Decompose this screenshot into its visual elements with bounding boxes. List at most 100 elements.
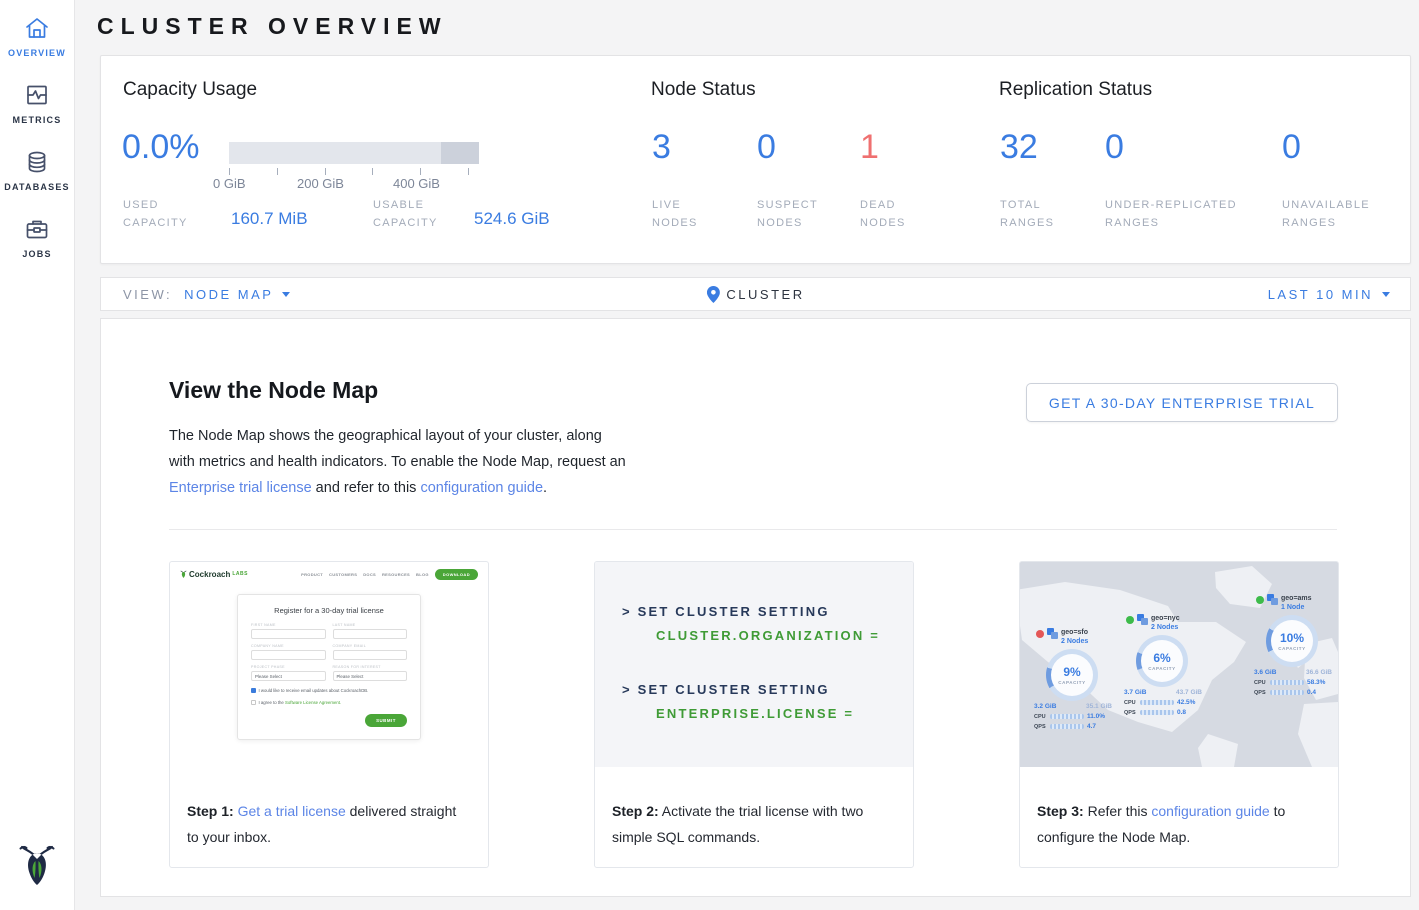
sidebar-item-databases[interactable]: DATABASES [0,134,74,201]
capacity-used-percent: 0.0% [122,128,200,167]
jobs-icon [0,216,74,242]
usable-capacity-label: USABLE CAPACITY [373,196,465,232]
time-range-value: LAST 10 MIN [1268,287,1373,302]
replication-status-title: Replication Status [999,79,1152,101]
cockroach-labs-logo: Cockroach LABS [180,569,248,579]
map-cluster-ams: geo=ams 1 Node 10% CAPACITY [1252,594,1338,696]
sql-argument: CLUSTER.ORGANIZATION = [656,628,880,643]
last-name-input [333,629,408,639]
total-capacity: 43.7 GiB [1176,689,1202,696]
configuration-guide-link[interactable]: configuration guide [420,480,543,496]
used-capacity: 3.7 GiB [1124,689,1146,696]
enterprise-trial-button[interactable]: GET A 30-DAY ENTERPRISE TRIAL [1026,383,1338,422]
locality-name: geo=ams [1281,594,1312,603]
email-updates-checkbox-row: I would like to receive email updates ab… [251,688,407,693]
qps-bar [1050,724,1084,729]
logo-text: Cockroach [189,570,230,579]
software-license-link: Software License Agreement. [285,700,341,705]
gauge-tick [468,168,469,175]
sidebar: OVERVIEW METRICS DATABASES JOBS [0,0,75,910]
description-text: . [543,480,547,496]
step-2-sql-snippet: > SET CLUSTER SETTING CLUSTER.ORGANIZATI… [595,562,913,792]
sidebar-item-label: JOBS [0,249,74,259]
time-range-dropdown[interactable]: LAST 10 MIN [1268,287,1410,302]
sidebar-item-label: METRICS [0,115,74,125]
total-capacity: 35.1 GiB [1086,703,1112,710]
qps-value: 4.7 [1087,723,1096,730]
cpu-label: CPU [1034,714,1047,720]
dead-nodes-count: 1 [860,128,879,167]
sidebar-item-overview[interactable]: OVERVIEW [0,0,74,67]
gauge-tick [420,168,421,175]
page-title: CLUSTER OVERVIEW [97,13,448,40]
cpu-bar [1270,680,1304,685]
nodes-cube-icon [1047,628,1058,640]
field-label: REASON FOR INTEREST [333,665,408,669]
locality-name: geo=sfo [1061,628,1088,637]
field-label: FIRST NAME [251,623,326,627]
view-toolbar: VIEW: NODE MAP CLUSTER LAST 10 MIN [100,277,1411,311]
node-count: 1 Node [1281,603,1312,612]
map-cluster-nyc: geo=nyc 2 Nodes 6% CAPACITY [1122,614,1218,716]
sql-command: > SET CLUSTER SETTING [622,604,880,619]
capacity-donut: 9% CAPACITY [1046,649,1098,701]
sidebar-item-label: OVERVIEW [0,48,74,58]
step-1-screenshot: Cockroach LABS PRODUCT CUSTOMERS DOCS RE… [170,562,488,792]
sql-code-block: > SET CLUSTER SETTING CLUSTER.ORGANIZATI… [595,562,913,767]
capacity-donut: 10% CAPACITY [1266,615,1318,667]
checkbox-checked-icon [251,688,256,693]
cockroachdb-logo-icon [0,839,74,894]
chevron-down-icon [282,292,290,297]
used-capacity: 3.2 GiB [1034,703,1056,710]
sql-statement-2: > SET CLUSTER SETTING ENTERPRISE.LICENSE… [622,682,854,721]
cpu-bar [1140,700,1174,705]
locality-breadcrumb: CLUSTER [706,286,804,303]
qps-bar [1140,710,1174,715]
sidebar-item-metrics[interactable]: METRICS [0,67,74,134]
download-button: DOWNLOAD [435,569,478,580]
capacity-gauge-reserved-segment [441,142,479,164]
reason-select: Please Select [333,671,408,681]
unavailable-ranges-count: 0 [1282,128,1301,167]
step-3-card: geo=sfo 2 Nodes 9% CAPACITY [1019,561,1339,868]
capacity-gauge [229,142,479,164]
capacity-percent: 9% [1063,666,1080,679]
mini-site-nav: PRODUCT CUSTOMERS DOCS RESOURCES BLOG DO… [301,569,478,580]
gauge-tick-label: 400 GiB [393,176,440,191]
field-label: COMPANY EMAIL [333,644,408,648]
field-label: PROJECT PHASE [251,665,326,669]
qps-label: QPS [1124,710,1137,716]
capacity-donut: 6% CAPACITY [1136,635,1188,687]
node-map-description: The Node Map shows the geographical layo… [169,423,627,501]
divider [169,529,1337,530]
databases-icon [0,149,74,175]
gauge-tick [372,168,373,175]
form-fields: FIRST NAME LAST NAME COMPANY NAME COMPAN… [251,623,407,681]
qps-value: 0.4 [1307,689,1316,696]
gauge-tick-label: 0 GiB [213,176,246,191]
sidebar-item-jobs[interactable]: JOBS [0,201,74,268]
locality-label: CLUSTER [726,287,804,302]
get-trial-license-link[interactable]: Get a trial license [238,803,346,819]
node-map-heading: View the Node Map [169,377,378,404]
main-content: CLUSTER OVERVIEW Capacity Usage 0.0% 0 G… [75,0,1419,910]
view-selector-dropdown[interactable]: VIEW: NODE MAP [101,287,290,302]
sql-command: > SET CLUSTER SETTING [622,682,854,697]
cpu-label: CPU [1254,680,1267,686]
total-ranges-count: 32 [1000,128,1038,167]
logo-suffix: LABS [232,571,248,577]
under-replicated-ranges-count: 0 [1105,128,1124,167]
description-text: and refer to this [312,480,421,496]
capacity-label: CAPACITY [1148,666,1175,671]
gauge-tick [277,168,278,175]
company-name-input [251,650,326,660]
view-selected-value: NODE MAP [184,287,273,302]
dead-nodes-label: DEAD NODES [860,196,922,232]
nodes-cube-icon [1137,614,1148,626]
configuration-guide-link[interactable]: configuration guide [1151,803,1269,819]
nav-customers: CUSTOMERS [329,572,357,577]
live-nodes-count: 3 [652,128,671,167]
home-icon [0,15,74,41]
under-replicated-ranges-label: UNDER-REPLICATED RANGES [1105,196,1267,232]
enterprise-trial-license-link[interactable]: Enterprise trial license [169,480,312,496]
